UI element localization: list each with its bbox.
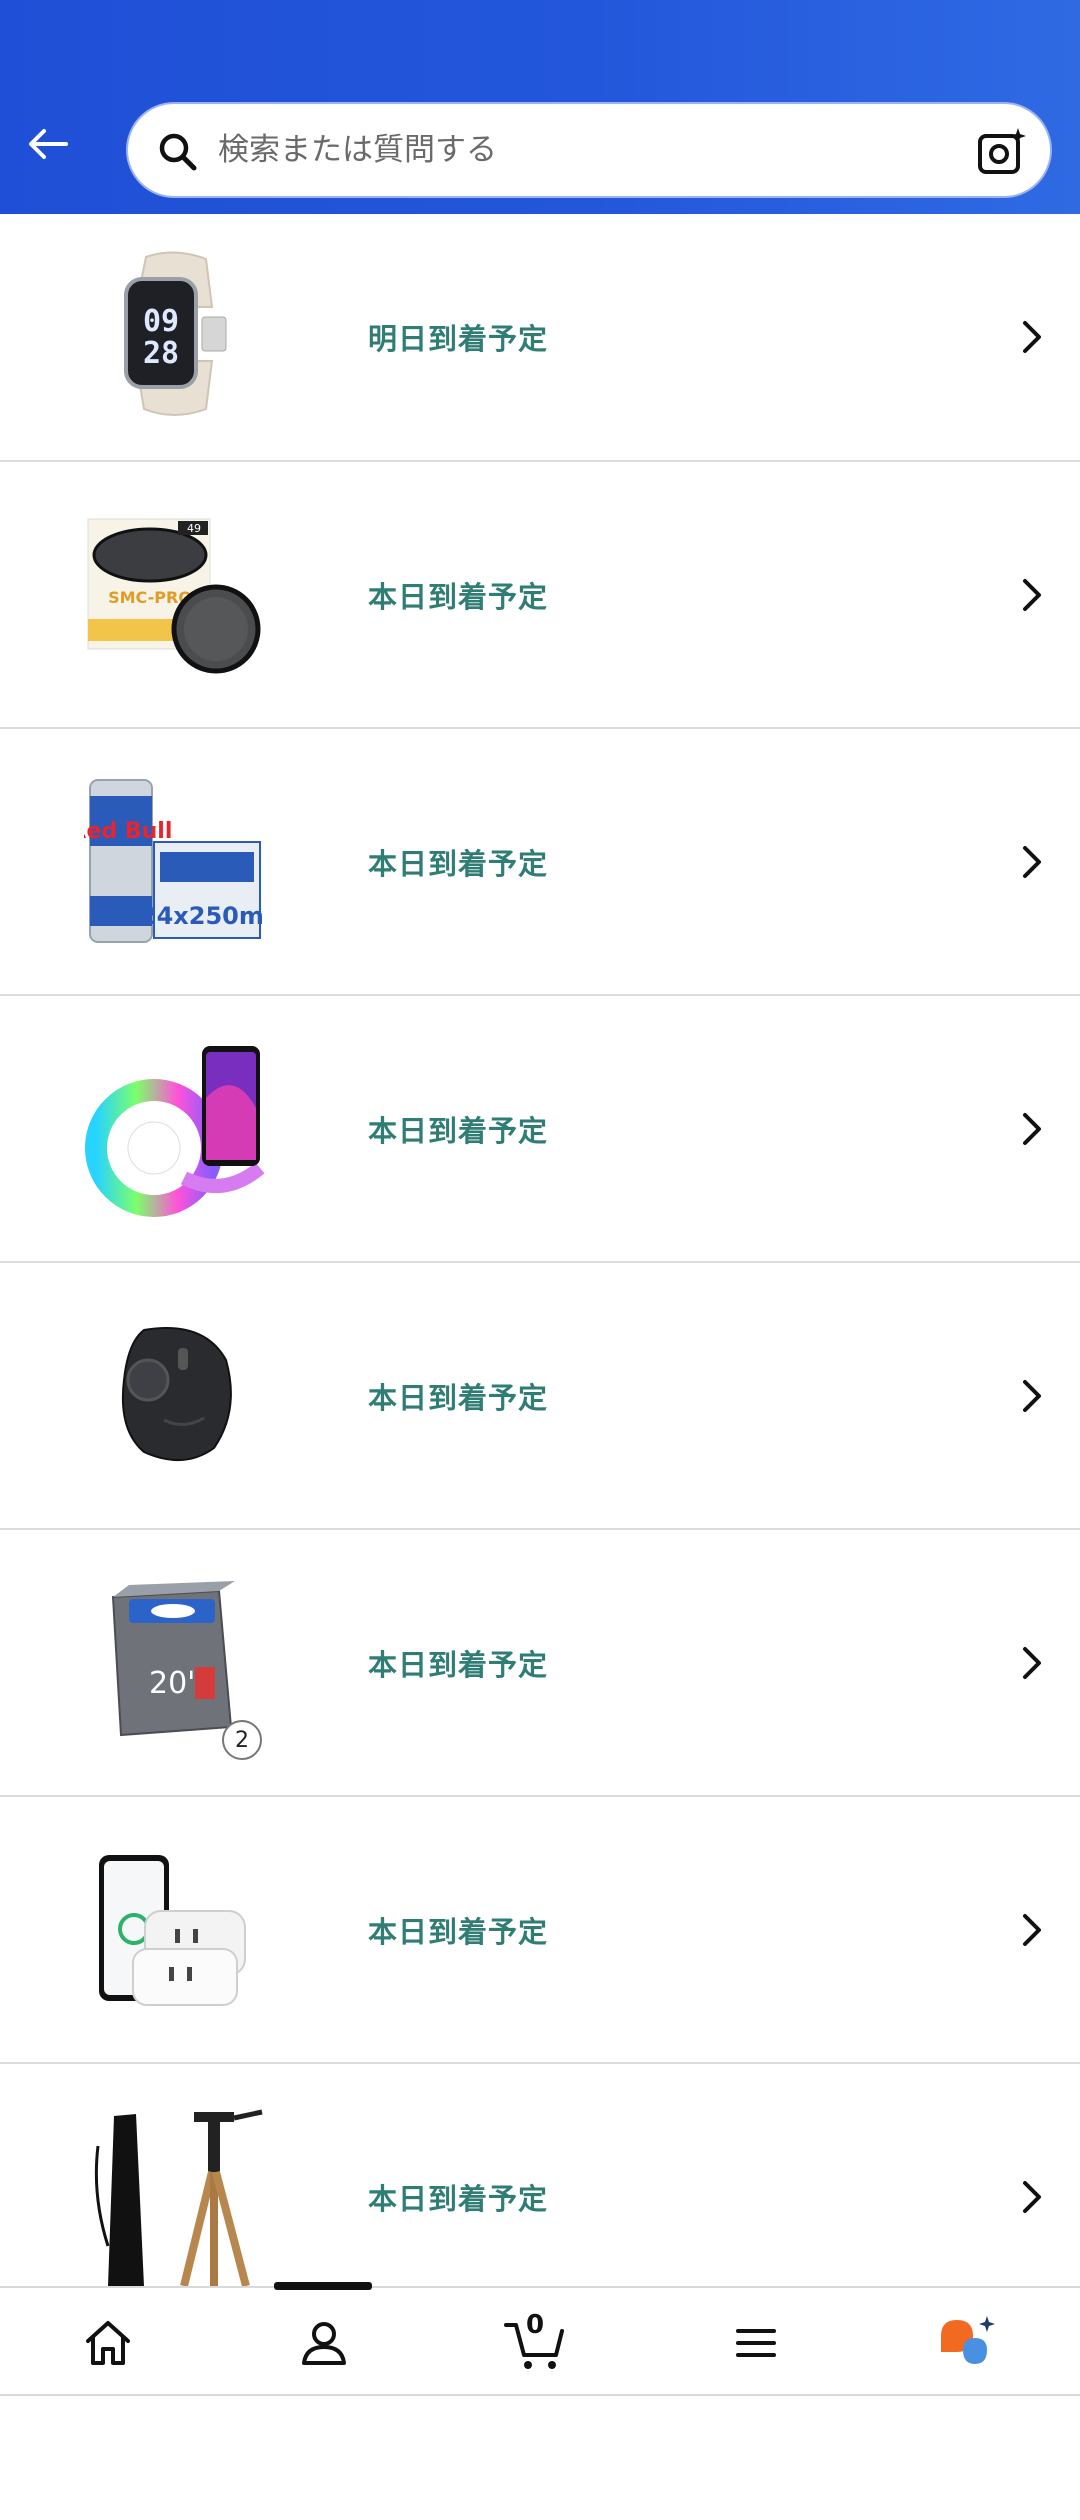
nav-home[interactable] (68, 2308, 148, 2378)
chevron-right-icon (1023, 1379, 1041, 1412)
back-button[interactable] (20, 116, 76, 172)
chevron-right-icon (1023, 578, 1041, 611)
nav-account[interactable] (284, 2308, 364, 2378)
menu-icon (736, 2329, 776, 2357)
quantity-badge: 2 (222, 1720, 262, 1760)
list-item[interactable]: 本日到着予定 (0, 1263, 1080, 1530)
chevron-right-icon (1023, 1913, 1041, 1946)
delivery-status: 明日到着予定 (368, 322, 549, 356)
account-icon (302, 2322, 346, 2365)
svg-text:28: 28 (143, 336, 179, 371)
list-item[interactable]: 49 SMC-PRO 本日到着予定 (0, 462, 1080, 729)
search-input[interactable] (218, 118, 898, 182)
led-strip-product-image (82, 1036, 266, 1220)
active-tab-indicator (274, 2282, 372, 2290)
nav-menu[interactable] (716, 2308, 796, 2378)
trackball-mouse-product-image (82, 1303, 266, 1487)
bottom-nav: 0 (0, 2282, 1080, 2396)
bottom-blank-area (0, 2396, 1080, 2520)
smart-plug-product-image (82, 1837, 266, 2021)
back-arrow-icon (29, 129, 68, 159)
delivery-status: 本日到着予定 (368, 1113, 549, 1148)
smartwatch-product-image: 09 28 (82, 242, 266, 426)
bicycle-tube-product-image: 20" 2 (82, 1570, 266, 1760)
delivery-status: 本日到着予定 (368, 1380, 549, 1415)
nav-assistant[interactable] (930, 2308, 1010, 2378)
delivery-status: 本日到着予定 (368, 846, 549, 881)
chevron-right-icon (1023, 1646, 1041, 1679)
delivery-list: 09 28 明日到着予定 49 SMC-PRO 本日到着予定 ed Bull 2… (0, 214, 1080, 2331)
list-item[interactable]: 09 28 明日到着予定 (0, 214, 1080, 462)
svg-text:09: 09 (143, 304, 179, 339)
top-header (0, 0, 1080, 214)
search-icon (159, 133, 197, 171)
cart-count: 0 (526, 2310, 545, 2340)
chevron-right-icon (1023, 1112, 1041, 1145)
svg-text:49: 49 (187, 522, 201, 535)
chevron-right-icon (1023, 321, 1041, 353)
chevron-right-icon (1023, 845, 1041, 878)
list-item[interactable]: 本日到着予定 (0, 996, 1080, 1263)
delivery-status: 本日到着予定 (368, 2181, 549, 2216)
list-item[interactable]: 本日到着予定 (0, 1797, 1080, 2064)
list-item[interactable]: 20" 2 本日到着予定 (0, 1530, 1080, 1797)
nav-cart[interactable]: 0 (496, 2308, 576, 2378)
assistant-icon (941, 2316, 995, 2364)
camera-filter-product-image: 49 SMC-PRO (82, 502, 266, 686)
delivery-status: 本日到着予定 (368, 579, 549, 614)
search-bar[interactable] (126, 102, 1052, 198)
chevron-right-icon (1023, 2180, 1041, 2213)
home-icon (86, 2321, 130, 2365)
camera-search-icon[interactable] (974, 124, 1030, 180)
svg-text:Red Bull: Red Bull (84, 819, 172, 844)
svg-text:24x250ml: 24x250ml (140, 902, 264, 930)
delivery-status: 本日到着予定 (368, 1647, 549, 1682)
energy-drink-product-image: Red Bull 24x250ml (82, 769, 266, 953)
list-item[interactable]: Red Bull 24x250ml 本日到着予定 (0, 729, 1080, 996)
tripod-product-image (82, 2104, 266, 2288)
svg-text:20": 20" (149, 1666, 201, 1701)
delivery-status: 本日到着予定 (368, 1914, 549, 1949)
